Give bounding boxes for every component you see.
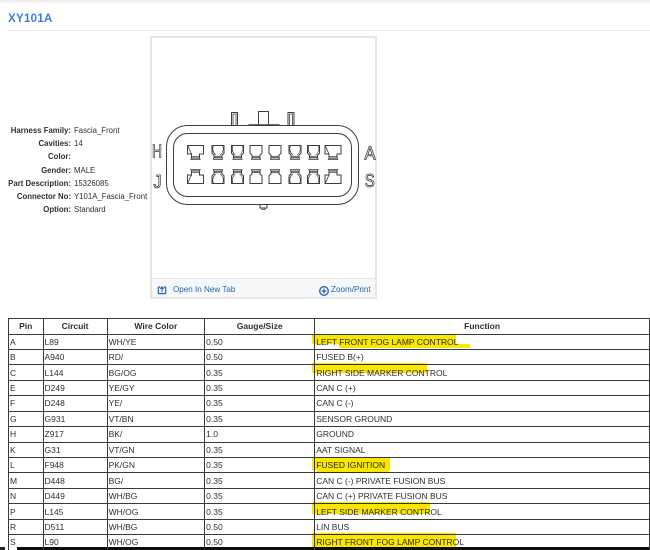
svg-text:H: H — [152, 142, 162, 162]
svg-text:A: A — [365, 144, 376, 164]
svg-text:J: J — [154, 172, 162, 192]
svg-text:S: S — [365, 171, 375, 191]
